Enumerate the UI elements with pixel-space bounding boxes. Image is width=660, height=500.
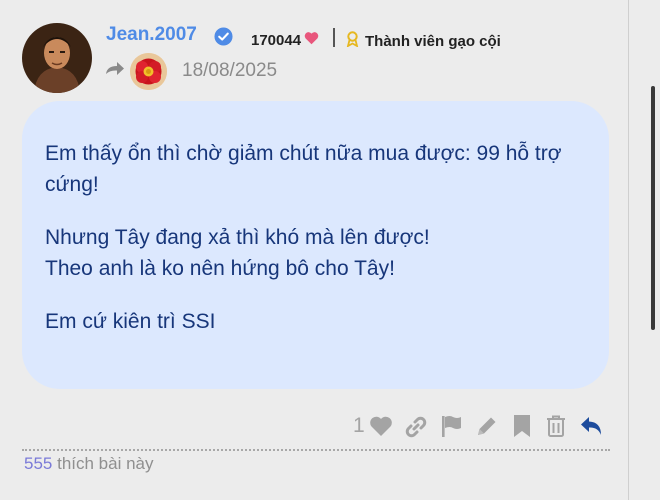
pencil-icon[interactable] xyxy=(475,414,499,443)
user-avatar[interactable] xyxy=(22,23,92,93)
reply-to-avatar[interactable] xyxy=(130,53,167,90)
post-body: Em thấy ổn thì chờ giảm chút nữa mua đượ… xyxy=(22,101,609,389)
ribbon-icon xyxy=(346,31,359,51)
rank-title: Thành viên gạo cội xyxy=(365,32,501,50)
link-icon[interactable] xyxy=(404,415,428,444)
post-date[interactable]: 18/08/2025 xyxy=(182,60,277,82)
post-paragraph: Nhưng Tây đang xả thì khó mà lên được! T… xyxy=(45,226,430,280)
score-value: 170044 xyxy=(251,31,302,49)
trash-icon[interactable] xyxy=(545,414,567,443)
user-rank: Thành viên gạo cội xyxy=(346,31,501,51)
username[interactable]: Jean.2007 xyxy=(106,24,197,46)
post-paragraph: Em thấy ổn thì chờ giảm chút nữa mua đượ… xyxy=(45,142,562,196)
share-arrow-icon[interactable] xyxy=(104,60,126,85)
divider-vertical xyxy=(333,28,335,47)
user-score: 170044 xyxy=(251,31,319,49)
bookmark-icon[interactable] xyxy=(513,414,531,443)
like-count: 1 xyxy=(353,414,365,437)
post-divider xyxy=(22,449,610,451)
flag-icon[interactable] xyxy=(440,414,462,443)
reply-icon[interactable] xyxy=(579,414,605,443)
verified-badge-icon xyxy=(214,27,233,51)
scrollbar[interactable] xyxy=(651,86,655,330)
likes-label: thích bài này xyxy=(52,454,154,473)
likes-summary[interactable]: 555 thích bài này xyxy=(24,454,154,474)
heart-icon[interactable] xyxy=(369,415,393,442)
content-border xyxy=(628,0,629,500)
heart-icon xyxy=(304,31,319,49)
likes-number[interactable]: 555 xyxy=(24,454,52,473)
post-paragraph: Em cứ kiên trì SSI xyxy=(45,310,216,333)
